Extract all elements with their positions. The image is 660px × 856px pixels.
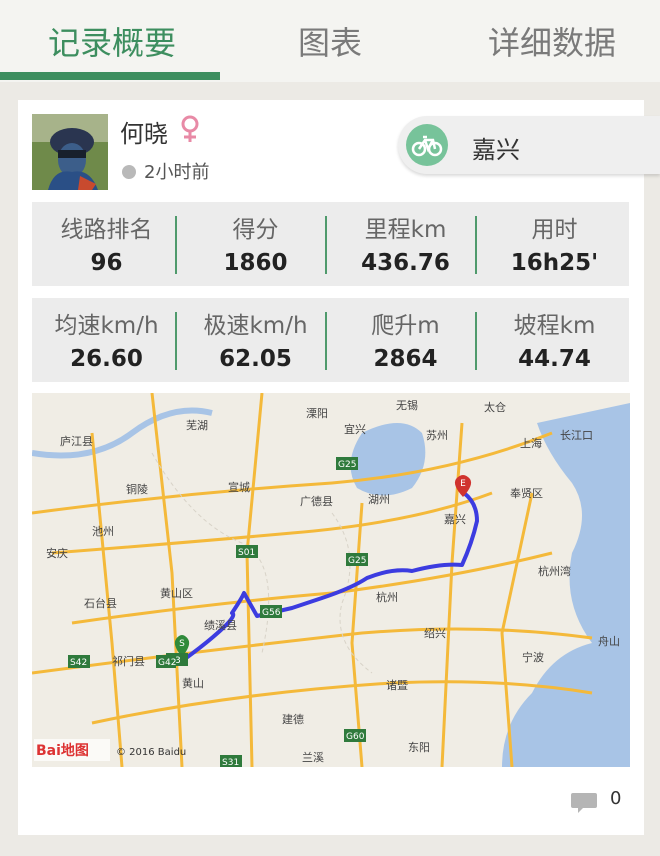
time-ago: 2小时前 [144, 162, 210, 183]
svg-text:建德: 建德 [282, 712, 304, 726]
ride-summary-card: 何晓 2小时前 嘉兴 线路排名 96 得分 1860 里程km 436.76 用… [18, 100, 660, 835]
divider [175, 312, 177, 370]
svg-text:G25: G25 [338, 460, 356, 470]
divider [475, 216, 477, 274]
user-name: 何晓 [120, 120, 168, 148]
svg-text:奉贤区: 奉贤区 [510, 486, 543, 500]
svg-text:兰溪: 兰溪 [302, 751, 324, 764]
stat-value: 1860 [223, 250, 288, 276]
svg-text:宜兴: 宜兴 [344, 422, 366, 436]
stats-row-2: 均速km/h 26.60 极速km/h 62.05 爬升m 2864 坡程km … [32, 298, 629, 382]
clock-icon [122, 165, 136, 179]
tab-bar: 记录概要 图表 详细数据 [0, 0, 660, 82]
svg-text:祁门县: 祁门县 [112, 654, 145, 668]
svg-text:杭州湾: 杭州湾 [538, 564, 571, 578]
svg-text:Bai地图: Bai地图 [36, 742, 89, 759]
svg-text:苏州: 苏州 [426, 429, 448, 442]
comment-icon[interactable] [570, 792, 598, 818]
svg-text:宁波: 宁波 [522, 650, 544, 664]
svg-text:S: S [179, 639, 185, 649]
avatar[interactable] [32, 114, 108, 190]
stat-duration: 用时 16h25' [480, 202, 629, 286]
svg-text:S31: S31 [222, 758, 239, 767]
svg-text:无锡: 无锡 [396, 398, 418, 412]
svg-text:广德县: 广德县 [300, 494, 333, 508]
svg-text:黄山区: 黄山区 [160, 586, 193, 600]
svg-text:宣城: 宣城 [228, 480, 250, 494]
divider [175, 216, 177, 274]
watermark-logo: iRanShao [22, 792, 252, 846]
tab-charts[interactable]: 图表 [298, 18, 362, 64]
svg-text:安庆: 安庆 [46, 546, 68, 560]
stat-label: 用时 [531, 217, 578, 243]
svg-text:S42: S42 [70, 658, 87, 668]
svg-text:太仓: 太仓 [484, 400, 506, 414]
svg-text:S01: S01 [238, 548, 255, 558]
svg-text:长江口: 长江口 [560, 429, 593, 442]
stat-max-speed: 极速km/h 62.05 [181, 298, 330, 382]
stat-label: 里程km [364, 217, 447, 243]
svg-text:舟山: 舟山 [598, 634, 620, 648]
svg-text:池州: 池州 [92, 525, 114, 538]
svg-text:嘉兴: 嘉兴 [444, 512, 466, 526]
svg-text:石台县: 石台县 [84, 596, 117, 610]
female-icon [178, 114, 202, 148]
stat-label: 爬升m [371, 313, 440, 339]
svg-text:诸暨: 诸暨 [386, 679, 408, 692]
bicycle-icon [406, 124, 448, 166]
stat-label: 得分 [232, 217, 279, 243]
stat-value: 436.76 [361, 250, 450, 276]
tab-details[interactable]: 详细数据 [488, 18, 616, 64]
svg-text:庐江县: 庐江县 [60, 434, 93, 448]
stat-value: 2864 [373, 346, 438, 372]
divider [325, 216, 327, 274]
svg-text:G60: G60 [346, 732, 365, 742]
svg-text:湖州: 湖州 [368, 493, 390, 506]
svg-text:铜陵: 铜陵 [126, 482, 148, 496]
active-tab-indicator [0, 72, 220, 80]
svg-text:绩溪县: 绩溪县 [204, 619, 237, 632]
route-map[interactable]: S E 芜湖 溧阳 无锡 太仓 苏州 庐江县 宜兴 上海 长江口 铜陵 宣城 广… [32, 393, 630, 767]
svg-text:绍兴: 绍兴 [424, 626, 446, 640]
svg-text:G56: G56 [262, 608, 281, 618]
city-name: 嘉兴 [472, 136, 520, 164]
stat-value: 26.60 [70, 346, 143, 372]
svg-text:iRanShao: iRanShao [68, 803, 209, 838]
svg-text:芜湖: 芜湖 [186, 418, 208, 432]
stat-label: 均速km/h [54, 313, 159, 339]
stat-value: 62.05 [219, 346, 292, 372]
svg-text:黄山: 黄山 [182, 676, 204, 690]
svg-text:杭州: 杭州 [376, 590, 398, 604]
svg-text:G42: G42 [158, 658, 176, 668]
svg-text:G25: G25 [348, 556, 366, 566]
stat-label: 线路排名 [60, 217, 153, 243]
stat-value: 44.74 [518, 346, 591, 372]
tab-summary[interactable]: 记录概要 [48, 18, 176, 64]
svg-text:东阳: 东阳 [408, 741, 430, 754]
stat-distance: 里程km 436.76 [331, 202, 480, 286]
stat-climb: 爬升m 2864 [331, 298, 480, 382]
svg-text:E: E [460, 479, 466, 489]
svg-text:上海: 上海 [520, 436, 542, 450]
stat-label: 坡程km [513, 313, 596, 339]
divider [475, 312, 477, 370]
comment-count: 0 [610, 788, 622, 809]
stat-slope-distance: 坡程km 44.74 [480, 298, 629, 382]
city-button[interactable]: 嘉兴 [398, 116, 660, 174]
stat-label: 极速km/h [203, 313, 308, 339]
stat-score: 得分 1860 [181, 202, 330, 286]
stats-row-1: 线路排名 96 得分 1860 里程km 436.76 用时 16h25' [32, 202, 629, 286]
stat-avg-speed: 均速km/h 26.60 [32, 298, 181, 382]
svg-text:© 2016 Baidu: © 2016 Baidu [116, 747, 186, 758]
svg-text:溧阳: 溧阳 [306, 406, 328, 420]
stat-value: 16h25' [510, 250, 599, 276]
stat-value: 96 [90, 250, 123, 276]
stat-rank: 线路排名 96 [32, 202, 181, 286]
divider [325, 312, 327, 370]
